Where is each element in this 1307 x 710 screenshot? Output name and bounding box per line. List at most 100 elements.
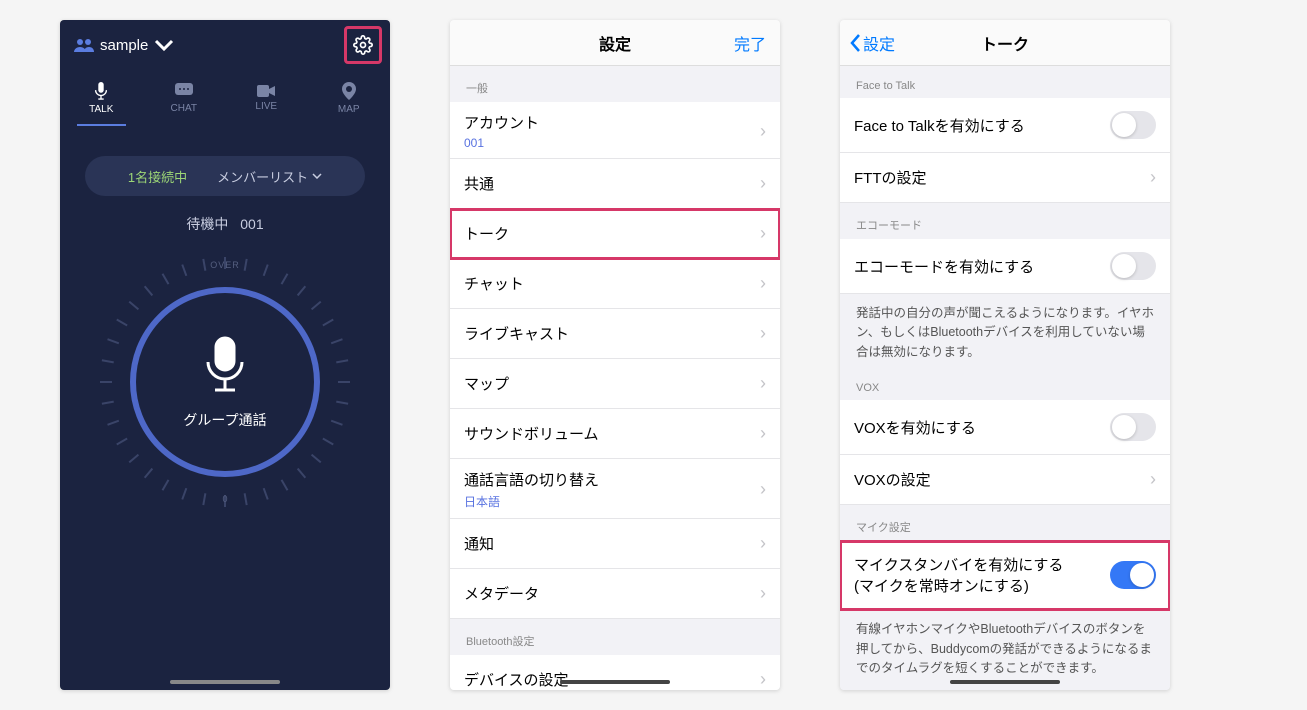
tab-live[interactable]: LIVE [225,70,308,126]
zero-label: 0 [222,494,227,504]
toggle-mic-standby[interactable] [1110,561,1156,589]
row-label: マイクスタンバイを有効にする [854,554,1110,575]
home-indicator [560,680,670,684]
echo-description: 発話中の自分の声が聞こえるようになります。イヤホン、もしくはBluetoothデ… [840,294,1170,376]
mic-description: 有線イヤホンマイクやBluetoothデバイスのボタンを押してから、Buddyc… [840,610,1170,690]
talk-screen: sample TALK CHAT LIVE MAP 1名接続中 メンバーリスト [60,20,390,690]
tab-talk[interactable]: TALK [60,70,143,126]
row-map[interactable]: マップ › [450,359,780,409]
chevron-right-icon: › [1150,167,1156,188]
group-selector[interactable]: sample [74,37,174,54]
row-label: VOXを有効にする [854,417,1110,438]
row-common[interactable]: 共通 › [450,159,780,209]
row-label: Face to Talkを有効にする [854,115,1110,136]
connected-count: 1名接続中 [128,167,187,186]
row-talk[interactable]: トーク › [450,209,780,259]
pin-icon [342,82,356,100]
row-device[interactable]: デバイスの設定 › [450,655,780,690]
talk-settings-screen: 設定 トーク Face to Talk Face to Talkを有効にする F… [840,20,1170,690]
row-label: チャット [464,273,760,294]
chevron-down-icon [312,173,322,179]
group-icon [74,38,94,52]
row-label: 共通 [464,173,760,194]
chevron-right-icon: › [760,323,766,344]
mic-icon [93,82,109,100]
chevron-right-icon: › [760,479,766,500]
row-lang[interactable]: 通話言語の切り替え 日本語 › [450,459,780,519]
row-label: メタデータ [464,583,760,604]
tab-label: LIVE [255,101,277,112]
row-ftt-settings[interactable]: FTTの設定 › [840,153,1170,203]
section-echo: エコーモード [840,203,1170,239]
row-label: ライブキャスト [464,323,760,344]
row-label: 通話言語の切り替え [464,469,760,490]
row-mic-standby[interactable]: マイクスタンバイを有効にする (マイクを常時オンにする) [840,541,1170,610]
tab-label: MAP [338,104,360,115]
row-label: FTTの設定 [854,167,1150,188]
row-sublabel: 日本語 [464,493,760,510]
header: sample [60,20,390,70]
chat-icon [175,83,193,99]
chevron-left-icon [850,34,861,52]
settings-screen: 設定 完了 一般 アカウント 001 › 共通 › トーク › チャット › ラ… [450,20,780,690]
talk-dial: OVER [95,252,355,512]
row-chat[interactable]: チャット › [450,259,780,309]
nav-bar: 設定 トーク [840,20,1170,66]
row-ftt-enable[interactable]: Face to Talkを有効にする [840,98,1170,153]
chevron-right-icon: › [760,423,766,444]
chevron-right-icon: › [760,583,766,604]
home-indicator [170,680,280,684]
row-label: アカウント [464,112,760,133]
row-label: マップ [464,373,760,394]
row-label: エコーモードを有効にする [854,256,1110,277]
tab-bar: TALK CHAT LIVE MAP [60,70,390,126]
row-label: 通知 [464,533,760,554]
section-bluetooth: Bluetooth設定 [450,619,780,655]
toggle-vox[interactable] [1110,413,1156,441]
tab-map[interactable]: MAP [308,70,391,126]
row-sound[interactable]: サウンドボリューム › [450,409,780,459]
row-label-2: (マイクを常時オンにする) [854,575,1110,596]
chevron-down-icon [154,38,174,52]
row-account[interactable]: アカウント 001 › [450,102,780,159]
gear-icon [353,35,373,55]
row-label: トーク [464,223,760,244]
nav-title: トーク [981,31,1029,55]
row-notify[interactable]: 通知 › [450,519,780,569]
back-button[interactable]: 設定 [850,31,895,55]
toggle-ftt[interactable] [1110,111,1156,139]
row-metadata[interactable]: メタデータ › [450,569,780,619]
chevron-right-icon: › [760,121,766,142]
tab-chat[interactable]: CHAT [143,70,226,126]
chevron-right-icon: › [760,223,766,244]
tab-label: TALK [89,104,113,115]
chevron-right-icon: › [1150,469,1156,490]
nav-bar: 設定 完了 [450,20,780,66]
section-general: 一般 [450,66,780,102]
chevron-right-icon: › [760,669,766,690]
group-name: sample [100,37,148,54]
settings-button[interactable] [344,26,382,64]
row-echo-enable[interactable]: エコーモードを有効にする [840,239,1170,294]
row-vox-settings[interactable]: VOXの設定 › [840,455,1170,505]
chevron-right-icon: › [760,273,766,294]
section-mic: マイク設定 [840,505,1170,541]
status-pill: 1名接続中 メンバーリスト [85,156,365,196]
row-label: VOXの設定 [854,469,1150,490]
chevron-right-icon: › [760,533,766,554]
section-ftt: Face to Talk [840,66,1170,98]
chevron-right-icon: › [760,173,766,194]
status-text: 待機中 001 [60,214,390,234]
home-indicator [950,680,1060,684]
section-vox: VOX [840,376,1170,400]
row-livecast[interactable]: ライブキャスト › [450,309,780,359]
nav-title: 設定 [599,31,631,55]
dial-ticks [95,252,355,512]
tab-label: CHAT [171,103,197,114]
row-label: サウンドボリューム [464,423,760,444]
toggle-echo[interactable] [1110,252,1156,280]
chevron-right-icon: › [760,373,766,394]
done-button[interactable]: 完了 [734,31,766,55]
member-list-button[interactable]: メンバーリスト [217,167,322,186]
row-vox-enable[interactable]: VOXを有効にする [840,400,1170,455]
